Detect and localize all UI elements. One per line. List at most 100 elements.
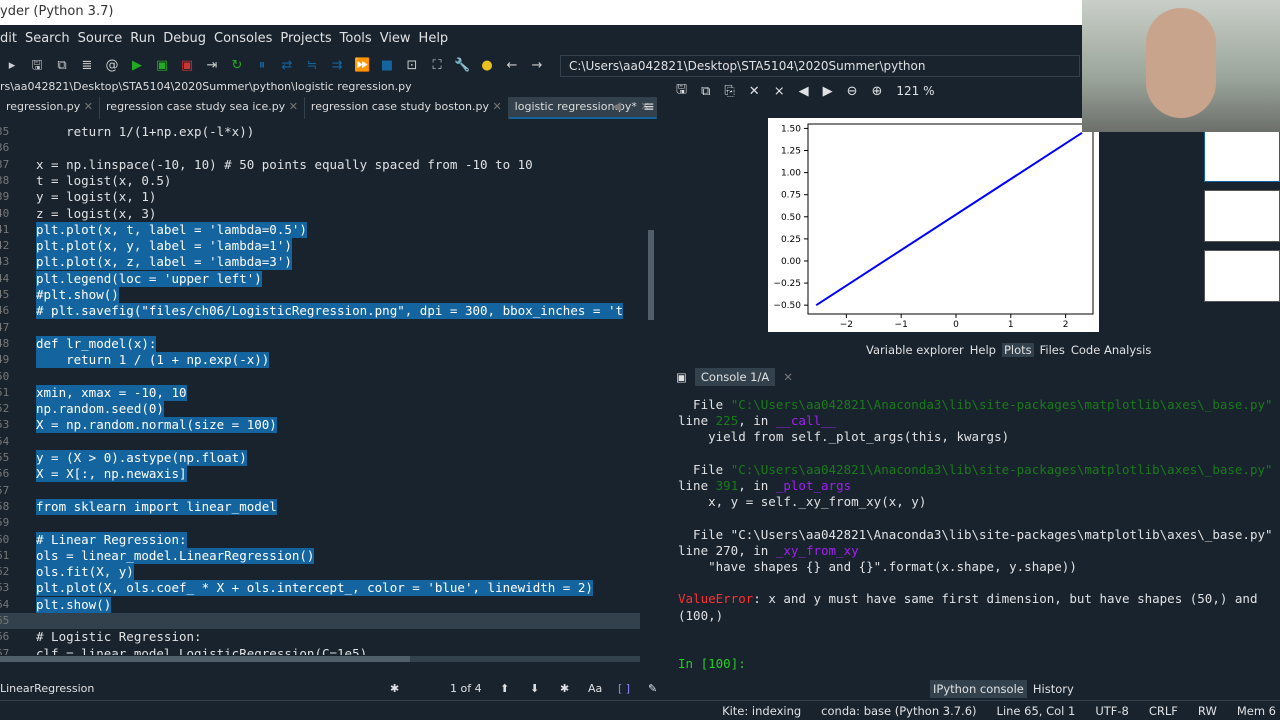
menu-6[interactable]: Projects (280, 31, 331, 52)
line-number: 55 (0, 451, 10, 464)
find-previous-icon[interactable]: ⬆ (500, 682, 530, 695)
menu-0[interactable]: dit (0, 31, 17, 52)
editor-hscrollbar[interactable] (0, 656, 640, 662)
plot-thumbnail[interactable] (1204, 250, 1280, 302)
code-editor[interactable]: 35 return 1/(1+np.exp(-l*x)) 36 37 x = np.l… (0, 120, 655, 655)
line-number: 50 (0, 369, 10, 383)
menu-2[interactable]: Source (78, 31, 123, 52)
line-number: 43 (0, 255, 10, 269)
pane-tab[interactable]: Files (1040, 343, 1065, 357)
pane-tab[interactable]: Plots (1001, 343, 1034, 357)
scroll-tabs-left-icon[interactable]: ◀ (612, 99, 621, 113)
next-plot-icon[interactable]: ▶ (823, 84, 833, 99)
pane-tab[interactable]: Code Analysis (1071, 343, 1151, 357)
console-text: (100,) (678, 607, 724, 623)
zoom-out-icon[interactable]: ⊖ (847, 84, 858, 99)
menu-8[interactable]: View (380, 31, 411, 52)
menu-5[interactable]: Consoles (214, 31, 272, 52)
kite-status: Kite: indexing (722, 703, 802, 718)
close-console-icon[interactable]: ✕ (783, 370, 793, 384)
debug-icon[interactable]: ⏸ (254, 59, 270, 73)
console-tab-0[interactable]: IPython console (930, 680, 1027, 698)
zoom-level[interactable]: 121 % (896, 84, 934, 98)
step-icon[interactable]: ⇄ (279, 59, 295, 73)
close-plot-icon[interactable]: ✕ (749, 84, 760, 99)
menu-9[interactable]: Help (419, 31, 449, 52)
step-return-icon[interactable]: ⇉ (329, 59, 345, 73)
line-number: 36 (0, 141, 10, 155)
previous-plot-icon[interactable]: ◀ (799, 84, 809, 99)
find-bar: LinearRegression ✱ 1 of 4 ⬆ ⬇ ✱ Aa [ ] ✎ (0, 676, 662, 700)
run-cell-icon[interactable]: ▣ (154, 59, 170, 73)
console-text: File "C:\Users\aa042821\Anaconda3\lib\si… (678, 526, 1273, 542)
console-tab-1[interactable]: History (1030, 680, 1077, 698)
run-cell-advance-icon[interactable]: ▣ (179, 59, 195, 73)
fullscreen-icon[interactable]: ⛶ (429, 59, 445, 73)
open-file-icon[interactable]: ▸ (4, 59, 20, 73)
plot-thumbnail[interactable] (1204, 190, 1280, 242)
close-tab-icon[interactable]: ✕ (489, 100, 501, 113)
save-icon[interactable]: 🖫 (29, 59, 45, 73)
run-icon[interactable]: ▶ (129, 59, 145, 73)
line-number: 59 (0, 516, 10, 530)
run-selection-icon[interactable]: ⇥ (204, 59, 220, 73)
x-tick-label: −2 (840, 320, 853, 330)
ipython-console[interactable]: File "C:\Users\aa042821\Anaconda3\lib\si… (670, 395, 1280, 675)
save-all-icon[interactable]: ⧉ (54, 59, 70, 73)
console-text: line (678, 478, 716, 493)
save-all-plots-icon[interactable]: ⧉ (701, 84, 710, 99)
find-input[interactable]: LinearRegression (0, 682, 390, 695)
pane-tab[interactable]: Variable explorer (866, 343, 964, 357)
console-header: ▣ Console 1/A ✕ (670, 366, 1280, 388)
step-into-icon[interactable]: ≒ (304, 59, 320, 73)
line-number: 53 (0, 418, 10, 432)
line-code: # Logistic Regression: (36, 629, 202, 645)
close-tab-icon[interactable]: ✕ (80, 100, 93, 113)
maximize-pane-icon[interactable]: ⊡ (404, 59, 420, 73)
editor-tab[interactable]: logistic regression.py* ✕ (508, 97, 657, 119)
console-line: "have shapes {} and {}".format(x.shape, … (678, 559, 1077, 575)
line-number: 46 (0, 304, 10, 318)
back-icon[interactable]: ← (504, 59, 520, 73)
close-tab-icon[interactable]: ✕ (285, 100, 298, 113)
find-next-icon[interactable]: ⬇ (530, 682, 560, 695)
line-number: 63 (0, 581, 10, 595)
line-number: 41 (0, 222, 10, 236)
editor-vscrollbar[interactable] (648, 230, 654, 320)
menu-7[interactable]: Tools (340, 31, 372, 52)
whole-word-icon[interactable]: [ ] (618, 682, 648, 695)
console-text: 225 (715, 413, 739, 429)
console-text: x, y = self._xy_from_xy(x, y) (678, 494, 927, 510)
console-tab[interactable]: Console 1/A (694, 368, 776, 386)
continue-icon[interactable]: ⏩ (354, 59, 370, 73)
line-number: 48 (0, 336, 10, 350)
line-number: 52 (0, 402, 10, 416)
case-sensitive-toggle[interactable]: Aa (588, 682, 618, 695)
clear-find-icon[interactable]: ✱ (390, 682, 450, 695)
highlight-icon[interactable]: ✎ (648, 682, 657, 695)
plot-thumbnails (1204, 130, 1280, 340)
pane-tab[interactable]: Help (970, 343, 996, 357)
at-icon[interactable]: @ (104, 59, 120, 73)
close-all-plots-icon[interactable]: ⨯ (774, 84, 785, 99)
copy-plot-icon[interactable]: ⎘ (724, 84, 734, 99)
menu-1[interactable]: Search (25, 31, 70, 52)
tabs-menu-icon[interactable]: ≡ (643, 99, 655, 115)
editor-tab[interactable]: regression.py ✕ (0, 97, 101, 119)
menu-4[interactable]: Debug (163, 31, 206, 52)
menu-3[interactable]: Run (130, 31, 155, 52)
working-directory-input[interactable]: C:\Users\aa042821\Desktop\STA5104\2020Su… (560, 55, 1080, 77)
editor-tab[interactable]: regression case study boston.py ✕ (304, 97, 509, 119)
save-plot-icon[interactable]: 🖫 (676, 80, 687, 102)
preferences-icon[interactable]: 🔧 (454, 59, 470, 73)
regex-icon[interactable]: ✱ (560, 682, 588, 695)
python-path-icon[interactable]: ● (479, 59, 495, 73)
zoom-in-icon[interactable]: ⊕ (872, 84, 883, 99)
forward-icon[interactable]: → (529, 59, 545, 73)
editor-tab[interactable]: regression case study sea ice.py ✕ (100, 97, 305, 119)
plot-thumbnail[interactable] (1204, 130, 1280, 182)
outline-icon[interactable]: ≣ (79, 59, 95, 73)
console-line: line 391, in _plot_args (678, 478, 851, 494)
stop-icon[interactable]: ■ (379, 59, 395, 73)
rerun-icon[interactable]: ↻ (229, 59, 245, 73)
